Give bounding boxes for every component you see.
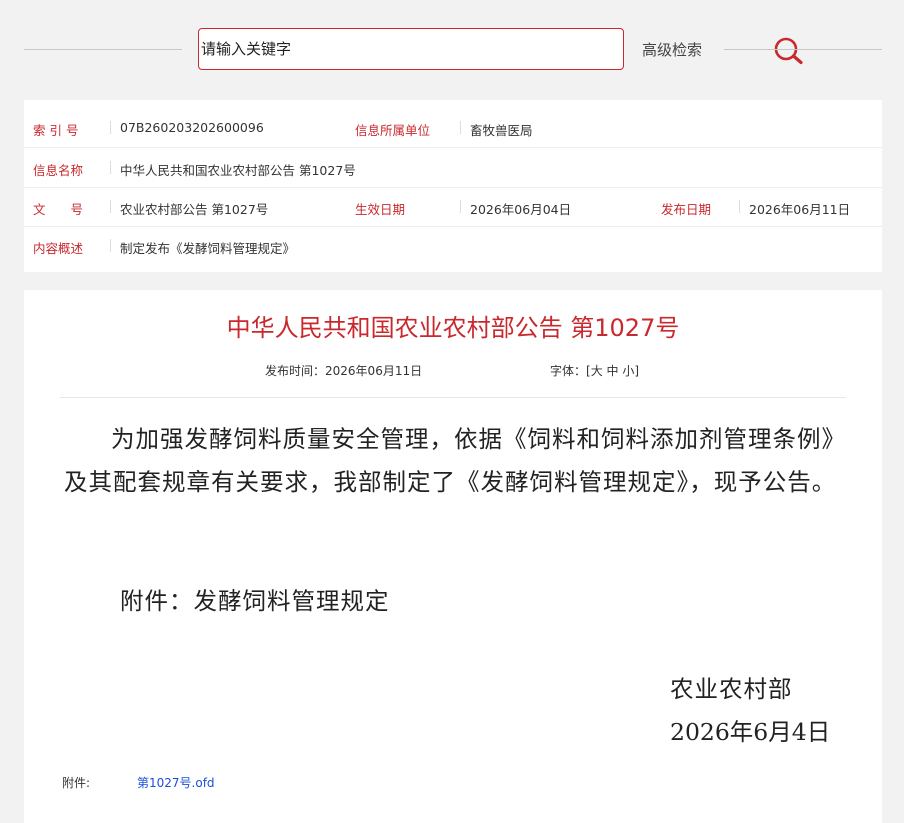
summary-label: 内容概述	[33, 241, 84, 256]
separator	[110, 239, 111, 252]
font-size-medium-button[interactable]: 中	[607, 364, 619, 378]
separator	[739, 200, 740, 213]
article-divider	[60, 397, 846, 398]
separator	[110, 200, 111, 213]
info-meta-panel: 索 引 号 07B260203202600096 信息所属单位 畜牧兽医局 信息…	[24, 100, 882, 272]
doc-no-value: 农业农村部公告 第1027号	[120, 202, 269, 217]
advanced-search-link[interactable]: 高级检索	[642, 39, 702, 60]
name-label: 信息名称	[33, 163, 84, 178]
article-panel: 中华人民共和国农业农村部公告 第1027号 发布时间：2026年06月11日 字…	[24, 290, 882, 823]
meta-row-docno: 文 号 农业农村部公告 第1027号 生效日期 2026年06月04日 发布日期…	[24, 187, 882, 227]
file-attachment-label: 附件:	[62, 776, 91, 790]
signature-date: 2026年6月4日	[670, 718, 831, 746]
meta-row-name: 信息名称 中华人民共和国农业农村部公告 第1027号	[24, 148, 882, 188]
font-size-control: 字体：[大 中 小]	[550, 362, 639, 379]
publish-date-label: 发布日期	[661, 202, 712, 217]
index-value: 07B260203202600096	[120, 120, 264, 135]
separator	[110, 121, 111, 134]
unit-label: 信息所属单位	[355, 123, 431, 138]
publish-time-label: 发布时间：	[265, 364, 326, 378]
unit-value: 畜牧兽医局	[470, 123, 533, 138]
search-box[interactable]	[198, 28, 803, 70]
publish-time-value: 2026年06月11日	[325, 364, 423, 378]
separator	[460, 121, 461, 134]
search-divider-left	[24, 49, 182, 50]
article-title: 中华人民共和国农业农村部公告 第1027号	[226, 314, 680, 342]
doc-no-label: 文 号	[33, 202, 84, 217]
article-body: 为加强发酵饲料质量安全管理，依据《饲料和饲料添加剂管理条例》及其配套规章有关要求…	[64, 425, 837, 496]
effective-date-label: 生效日期	[355, 202, 406, 217]
meta-row-summary: 内容概述 制定发布《发酵饲料管理规定》	[24, 226, 882, 265]
separator	[460, 200, 461, 213]
search-input[interactable]	[201, 31, 561, 67]
signature-org: 农业农村部	[670, 675, 793, 703]
name-value: 中华人民共和国农业农村部公告 第1027号	[120, 163, 356, 178]
separator	[110, 161, 111, 174]
font-size-label: 字体：	[550, 364, 587, 378]
summary-value: 制定发布《发酵饲料管理规定》	[120, 241, 296, 256]
font-bracket-close: ]	[634, 364, 640, 378]
search-icon[interactable]	[771, 35, 805, 65]
publish-time: 发布时间：2026年06月11日	[265, 362, 422, 379]
publish-date-value: 2026年06月11日	[749, 202, 851, 217]
search-divider-right	[724, 49, 882, 50]
attachment-line: 附件：发酵饲料管理规定	[120, 587, 390, 615]
file-attachment-link[interactable]: 第1027号.ofd	[137, 774, 215, 791]
font-size-small-button[interactable]: 小	[622, 364, 634, 378]
effective-date-value: 2026年06月04日	[470, 202, 572, 217]
font-size-large-button[interactable]: 大	[591, 364, 603, 378]
index-label: 索 引 号	[33, 123, 79, 138]
meta-row-index: 索 引 号 07B260203202600096 信息所属单位 畜牧兽医局	[24, 108, 882, 148]
search-row: 高级检索	[0, 28, 904, 72]
